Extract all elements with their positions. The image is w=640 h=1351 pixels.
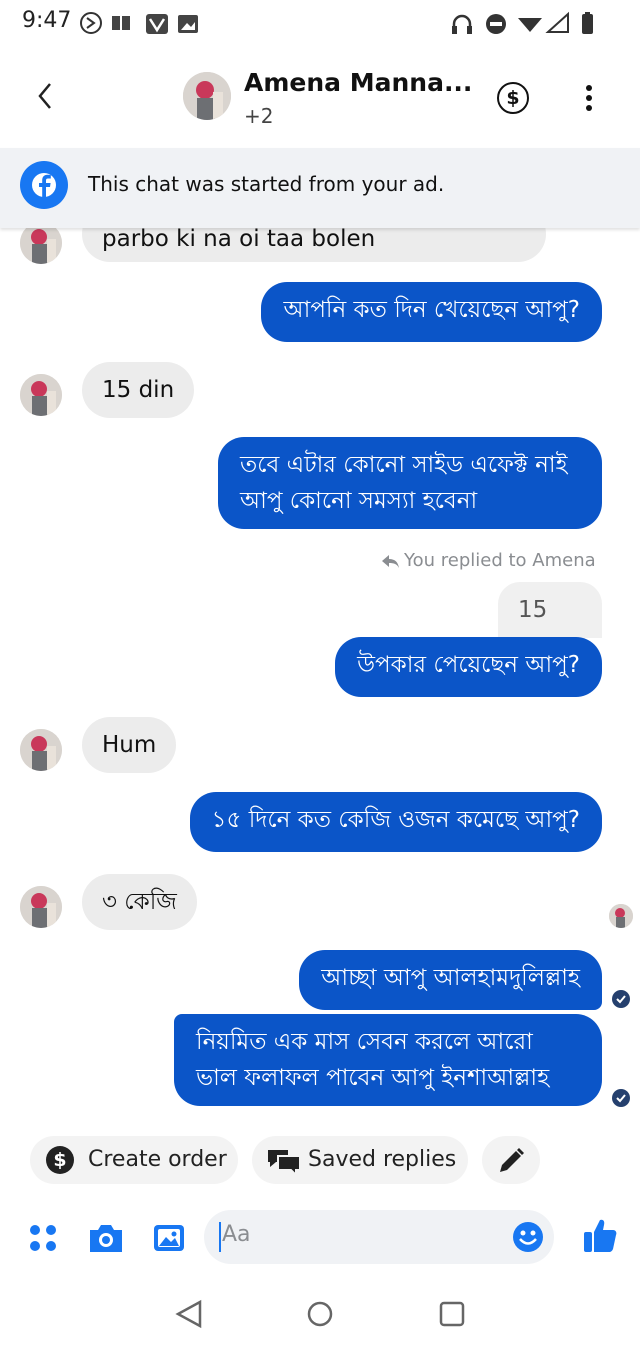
message-outgoing[interactable]: উপকার পেয়েছেন আপু? — [335, 637, 602, 697]
avatar-icon — [20, 729, 62, 771]
message-incoming[interactable]: Hum — [82, 717, 177, 773]
header-avatar[interactable] — [183, 72, 231, 120]
avatar-icon — [183, 72, 231, 120]
create-order-label: Create order — [88, 1147, 227, 1172]
status-system-icons — [452, 11, 593, 34]
nav-home-icon[interactable] — [307, 1301, 333, 1327]
avatar-icon — [609, 904, 633, 928]
more-icon[interactable] — [585, 84, 593, 112]
conversation-subtitle: +2 — [244, 104, 274, 128]
nav-back-icon[interactable] — [175, 1299, 202, 1329]
message-input[interactable] — [204, 1210, 554, 1264]
message-input-placeholder: Aa — [222, 1222, 251, 1247]
read-receipt-avatar — [609, 904, 633, 928]
pencil-icon — [500, 1148, 524, 1172]
text-cursor — [219, 1222, 221, 1252]
sender-avatar[interactable] — [20, 729, 62, 771]
seen-check-icon — [612, 990, 630, 1008]
facebook-icon — [20, 161, 68, 209]
sender-avatar[interactable] — [20, 222, 62, 264]
emoji-icon[interactable] — [511, 1220, 545, 1254]
like-icon[interactable] — [582, 1216, 618, 1254]
create-order-button[interactable]: $ Create order — [30, 1136, 238, 1184]
reply-note: You replied to Amena — [404, 550, 596, 571]
seen-check-icon — [612, 1089, 630, 1107]
reply-arrow-icon — [382, 555, 399, 568]
saved-replies-label: Saved replies — [308, 1147, 457, 1172]
message-outgoing[interactable]: আপনি কত দিন খেয়েছেন আপু? — [261, 282, 602, 342]
ad-banner-text: This chat was started from your ad. — [88, 172, 445, 196]
saved-replies-icon — [268, 1150, 301, 1176]
nav-recents-icon[interactable] — [439, 1301, 465, 1327]
message-outgoing[interactable]: তবে এটার কোনো সাইড এফেক্ট নাই আপু কোনো স… — [218, 437, 602, 529]
camera-icon[interactable] — [88, 1222, 124, 1254]
edit-button[interactable] — [482, 1136, 540, 1184]
message-outgoing[interactable]: ১৫ দিনে কত কেজি ওজন কমেছে আপু? — [189, 792, 602, 852]
status-notification-icons — [80, 12, 198, 34]
status-time: 9:47 — [22, 8, 72, 33]
system-nav-bar — [175, 1299, 465, 1329]
back-icon[interactable] — [34, 78, 56, 114]
avatar-icon — [20, 886, 62, 928]
conversation-title[interactable]: Amena Manna... — [244, 68, 472, 97]
sender-avatar[interactable] — [20, 374, 62, 416]
sender-avatar[interactable] — [20, 886, 62, 928]
avatar-icon — [20, 374, 62, 416]
gallery-icon[interactable] — [152, 1222, 186, 1254]
message-outgoing[interactable]: নিয়মিত এক মাস সেবন করলে আরো ভাল ফলাফল প… — [174, 1014, 602, 1106]
dollar-icon: $ — [46, 1146, 74, 1174]
message-incoming[interactable]: 15 din — [82, 362, 195, 418]
saved-replies-button[interactable]: Saved replies — [252, 1136, 468, 1184]
dollar-icon[interactable]: $ — [497, 82, 529, 114]
message-incoming[interactable]: ৩ কেজি — [82, 874, 197, 930]
apps-icon[interactable] — [28, 1223, 58, 1253]
message-outgoing[interactable]: আচ্ছা আপু আলহামদুলিল্লাহ — [299, 950, 602, 1010]
avatar-icon — [20, 222, 62, 264]
quoted-message[interactable]: 15 din — [498, 582, 602, 679]
